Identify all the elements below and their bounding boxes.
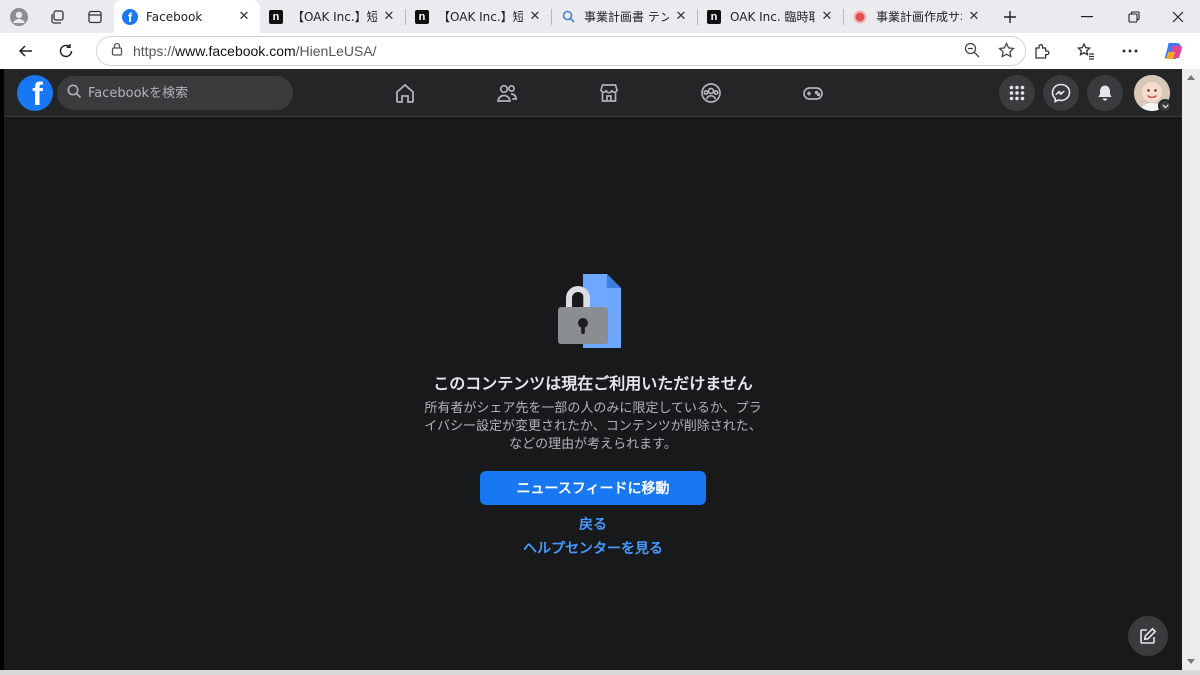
favorite-star-icon[interactable]	[998, 41, 1015, 63]
description-line: 所有者がシェア先を一部の人のみに限定しているか、プラ	[424, 401, 762, 416]
facebook-icon: f	[122, 8, 138, 25]
friends-icon[interactable]	[456, 69, 558, 117]
extensions-icon[interactable]	[1020, 36, 1064, 66]
window-close-icon[interactable]	[1157, 0, 1199, 33]
tab-label: OAK Inc. 臨時取締	[730, 10, 815, 24]
description-line: イバシー設定が変更されたか、コンテンツが削除された、	[424, 419, 762, 434]
compose-icon	[1140, 627, 1157, 644]
gaming-icon[interactable]	[762, 69, 864, 117]
copilot-icon[interactable]	[1152, 36, 1196, 66]
marketplace-icon[interactable]	[558, 69, 660, 117]
browser-tab-strip: f Facebook ✕ n 【OAK Inc.】短期事 ✕ n 【OAK In…	[0, 0, 1200, 33]
close-tab-icon[interactable]: ✕	[673, 9, 689, 24]
tab-label: 【OAK Inc.】短期事	[292, 10, 377, 24]
back-icon[interactable]	[8, 36, 44, 66]
groups-icon[interactable]	[660, 69, 762, 117]
description-line: などの理由が考えられます。	[509, 437, 677, 452]
new-message-button[interactable]	[1128, 616, 1168, 656]
facebook-logo-icon[interactable]: f	[17, 75, 53, 111]
menu-grid-icon[interactable]	[999, 75, 1035, 111]
help-center-link[interactable]: ヘルプセンターを見る	[4, 538, 1182, 558]
reload-icon[interactable]	[48, 36, 84, 66]
description: 所有者がシェア先を一部の人のみに限定しているか、プラ イバシー設定が変更されたか…	[403, 400, 783, 454]
locked-content-icon	[553, 272, 633, 352]
search-icon	[560, 9, 576, 25]
lock-icon[interactable]	[111, 42, 123, 60]
url-scheme: https://	[133, 43, 176, 59]
page-scrollbar[interactable]	[1182, 69, 1200, 670]
note-icon: n	[268, 9, 284, 25]
messenger-icon[interactable]	[1043, 75, 1079, 111]
tab-business-plan-support[interactable]: 事業計画作成サポ ✕	[844, 0, 990, 33]
go-to-news-feed-button[interactable]: ニュースフィードに移動	[480, 471, 706, 505]
tab-oak-3[interactable]: n OAK Inc. 臨時取締 ✕	[698, 0, 843, 33]
search-icon	[67, 84, 82, 103]
scroll-down-icon[interactable]	[1187, 659, 1195, 664]
close-tab-icon[interactable]: ✕	[819, 9, 835, 24]
favorites-icon[interactable]	[1064, 36, 1108, 66]
workspaces-icon[interactable]	[38, 0, 76, 33]
window-bottom-edge	[0, 670, 1200, 675]
search-input[interactable]	[88, 85, 278, 101]
url-path: /HienLeUSA/	[295, 43, 377, 59]
bell-icon[interactable]	[1087, 75, 1123, 111]
content-unavailable-page: このコンテンツは現在ご利用いただけません 所有者がシェア先を一部の人のみに限定し…	[4, 117, 1182, 670]
more-menu-icon[interactable]	[1108, 36, 1152, 66]
note-icon: n	[414, 9, 430, 25]
red-dot-icon	[852, 9, 868, 25]
url-text[interactable]: https://www.facebook.com/HienLeUSA/	[133, 43, 377, 59]
note-icon: n	[706, 9, 722, 25]
avatar[interactable]	[1134, 75, 1172, 113]
tab-facebook[interactable]: f Facebook ✕	[114, 0, 260, 33]
back-link[interactable]: 戻る	[4, 514, 1182, 534]
tab-oak-1[interactable]: n 【OAK Inc.】短期事 ✕	[260, 0, 405, 33]
tab-business-plan-template[interactable]: 事業計画書 テンプレ ✕	[552, 0, 697, 33]
close-tab-icon[interactable]: ✕	[236, 9, 252, 24]
home-icon[interactable]	[354, 69, 456, 117]
minimize-icon[interactable]	[1066, 0, 1108, 33]
url-host: www.facebook.com	[175, 43, 296, 59]
facebook-header: f	[4, 69, 1182, 117]
tab-label: 事業計画書 テンプレ	[584, 10, 669, 24]
scroll-up-icon[interactable]	[1187, 75, 1195, 80]
restore-icon[interactable]	[1113, 0, 1155, 33]
chevron-down-icon[interactable]	[1158, 99, 1172, 113]
tab-label: 事業計画作成サポ	[876, 10, 962, 24]
page-heading: このコンテンツは現在ご利用いただけません	[433, 374, 753, 393]
facebook-main-nav	[354, 69, 864, 117]
tab-oak-2[interactable]: n 【OAK Inc.】短期事 ✕	[406, 0, 551, 33]
facebook-search-box[interactable]	[57, 76, 293, 110]
address-bar[interactable]: https://www.facebook.com/HienLeUSA/	[96, 36, 1026, 66]
close-tab-icon[interactable]: ✕	[527, 9, 543, 24]
new-tab-icon[interactable]	[990, 0, 1030, 33]
tab-label: Facebook	[146, 9, 203, 24]
tab-actions-icon[interactable]	[76, 0, 114, 33]
browser-toolbar: https://www.facebook.com/HienLeUSA/	[0, 33, 1200, 69]
tab-label: 【OAK Inc.】短期事	[438, 10, 523, 24]
profile-icon[interactable]	[0, 0, 38, 33]
close-tab-icon[interactable]: ✕	[381, 9, 397, 24]
zoom-icon[interactable]	[964, 42, 980, 63]
close-tab-icon[interactable]: ✕	[966, 9, 982, 24]
